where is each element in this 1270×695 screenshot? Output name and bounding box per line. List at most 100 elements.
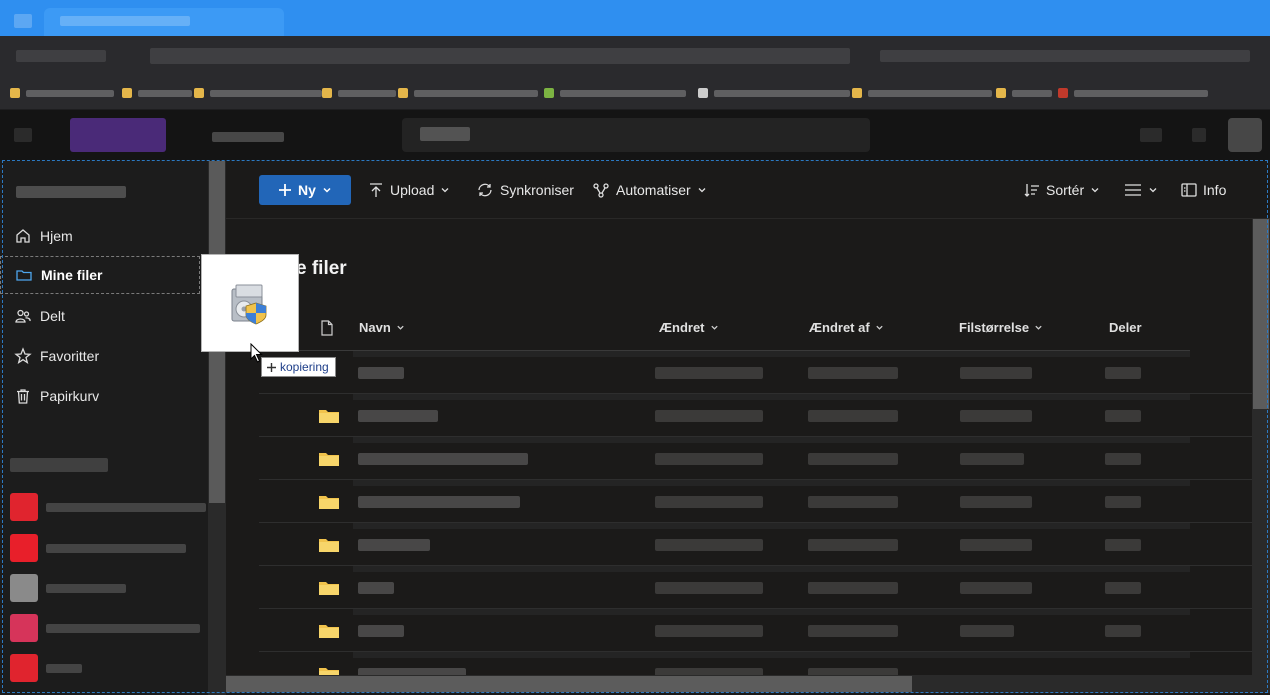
automate-label: Automatiser	[616, 182, 691, 198]
sharing	[1105, 539, 1141, 551]
sort-label: Sortér	[1046, 182, 1085, 198]
folder-icon	[319, 496, 339, 509]
file-name[interactable]	[358, 496, 520, 508]
upload-label: Upload	[390, 182, 435, 198]
app-name	[212, 132, 284, 142]
column-header-modified-by[interactable]: Ændret af	[809, 320, 884, 335]
file-name[interactable]	[358, 539, 430, 551]
help-icon[interactable]	[1192, 128, 1206, 142]
nav-label: Mine filer	[41, 267, 103, 283]
file-name[interactable]	[358, 582, 394, 594]
table-row[interactable]	[259, 351, 1252, 394]
chevron-down-icon	[710, 325, 718, 330]
vertical-scrollbar-thumb[interactable]	[1253, 219, 1269, 409]
nav-item-recycle-bin[interactable]: Papirkurv	[0, 377, 200, 415]
nav-item-favorites[interactable]: Favoritter	[0, 337, 200, 375]
table-row[interactable]	[259, 523, 1252, 566]
nav-site[interactable]	[10, 574, 210, 602]
chevron-down-icon	[397, 325, 404, 330]
nav-site[interactable]	[10, 534, 210, 562]
file-name[interactable]	[358, 367, 404, 379]
nav-label: Delt	[40, 308, 65, 324]
nav-site[interactable]	[10, 493, 210, 521]
column-label: Ændret af	[809, 320, 870, 335]
info-button[interactable]: Info	[1181, 175, 1226, 205]
nav-site[interactable]	[10, 654, 210, 682]
chevron-down-icon	[698, 188, 706, 193]
modified-date	[655, 453, 763, 465]
home-icon	[14, 227, 32, 245]
chevron-down-icon	[1091, 188, 1099, 193]
file-size	[960, 496, 1032, 508]
sharing	[1105, 410, 1141, 422]
file-size	[960, 367, 1032, 379]
new-button[interactable]: Ny	[259, 175, 351, 205]
nav-item-my-files[interactable]: Mine filer	[0, 256, 200, 294]
search-input[interactable]	[402, 118, 870, 152]
list-view-icon	[1125, 184, 1141, 196]
file-name[interactable]	[358, 625, 404, 637]
nav-label: Papirkurv	[40, 388, 100, 404]
browser-icon	[14, 14, 32, 28]
info-label: Info	[1203, 182, 1227, 198]
folder-icon	[319, 453, 339, 466]
sync-button[interactable]: Synkroniser	[476, 175, 574, 205]
horizontal-scrollbar-thumb[interactable]	[226, 676, 912, 692]
file-name[interactable]	[358, 668, 466, 675]
avatar[interactable]	[1228, 118, 1262, 152]
column-header-file-size[interactable]: Filstørrelse	[959, 320, 1043, 335]
table-row[interactable]	[259, 480, 1252, 523]
app-launcher-icon[interactable]	[14, 128, 32, 142]
folder-icon	[319, 410, 339, 423]
file-size	[960, 582, 1032, 594]
tab-title	[60, 16, 190, 26]
sync-label: Synkroniser	[500, 182, 574, 198]
file-type-column-header[interactable]	[320, 320, 334, 336]
chevron-down-icon	[876, 325, 883, 330]
sharing	[1105, 496, 1141, 508]
url-field[interactable]	[150, 48, 850, 64]
drag-preview	[201, 254, 299, 352]
nav-item-home[interactable]: Hjem	[0, 217, 200, 255]
table-row[interactable]	[259, 394, 1252, 437]
folder-icon	[319, 668, 339, 675]
column-header-modified[interactable]: Ændret	[659, 320, 719, 335]
column-header-sharing[interactable]: Deler	[1109, 320, 1142, 335]
plus-icon	[267, 362, 276, 372]
file-size	[960, 410, 1032, 422]
column-label: Deler	[1109, 320, 1142, 335]
nav-buttons[interactable]	[16, 50, 106, 62]
modified-by	[808, 410, 898, 422]
nav-site[interactable]	[10, 614, 210, 642]
extension-icons[interactable]	[880, 50, 1250, 62]
automate-icon	[593, 183, 609, 198]
table-row[interactable]	[259, 566, 1252, 609]
nav-item-shared[interactable]: Delt	[0, 297, 200, 335]
sharing	[1105, 625, 1141, 637]
table-row[interactable]	[259, 437, 1252, 480]
sharing	[1105, 367, 1141, 379]
modified-by	[808, 367, 898, 379]
table-row[interactable]	[259, 609, 1252, 652]
settings-icon[interactable]	[1140, 128, 1162, 142]
star-icon	[14, 347, 32, 365]
automate-button[interactable]: Automatiser	[592, 175, 707, 205]
new-label: Ny	[298, 182, 316, 198]
sort-button[interactable]: Sortér	[1024, 175, 1100, 205]
app-logo[interactable]	[70, 118, 166, 152]
view-options-button[interactable]	[1124, 175, 1158, 205]
file-name[interactable]	[358, 453, 528, 465]
file-size	[960, 625, 1014, 637]
folder-icon	[319, 539, 339, 552]
modified-date	[655, 668, 763, 675]
plus-icon	[279, 184, 292, 196]
trash-icon	[14, 387, 32, 405]
upload-button[interactable]: Upload	[368, 175, 450, 205]
installer-file-icon	[231, 284, 267, 325]
file-name[interactable]	[358, 410, 438, 422]
sharing	[1105, 582, 1141, 594]
column-header-name[interactable]: Navn	[359, 320, 405, 335]
modified-date	[655, 367, 763, 379]
modified-by	[808, 668, 898, 675]
table-row[interactable]	[259, 652, 1252, 675]
